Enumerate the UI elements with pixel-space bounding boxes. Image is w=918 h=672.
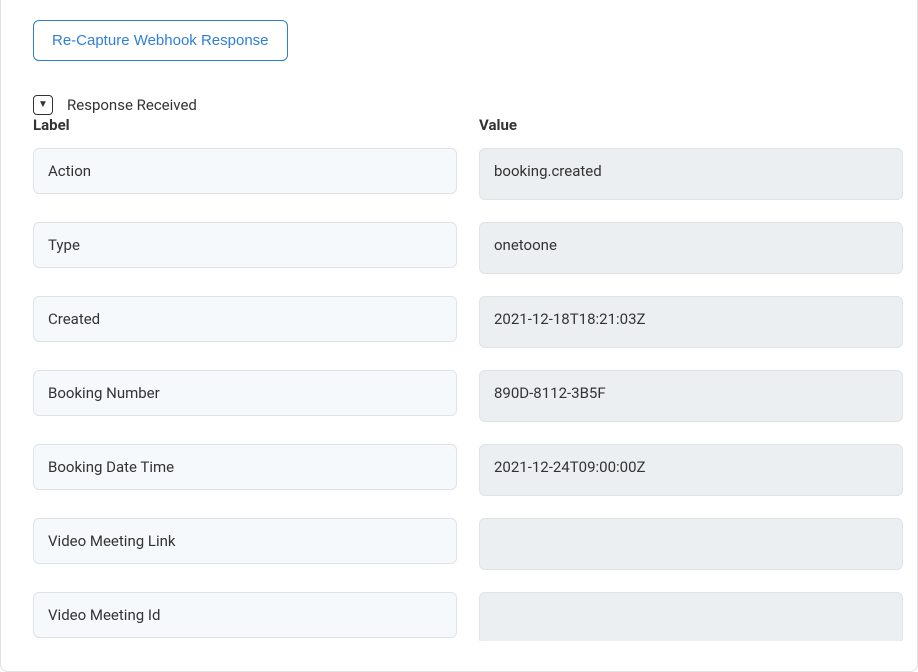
table-row xyxy=(33,592,903,641)
table-row xyxy=(33,444,903,496)
value-field[interactable] xyxy=(479,296,903,348)
header-value: Value xyxy=(479,116,903,134)
value-field[interactable] xyxy=(479,370,903,422)
table-row xyxy=(33,148,903,200)
response-received-toggle[interactable]: ▼ Response Received xyxy=(33,95,885,115)
label-field[interactable] xyxy=(33,592,457,638)
label-field[interactable] xyxy=(33,296,457,342)
label-field[interactable] xyxy=(33,148,457,194)
page-container: Re-Capture Webhook Response ▼ Response R… xyxy=(0,0,918,672)
label-field[interactable] xyxy=(33,518,457,564)
value-field[interactable] xyxy=(479,148,903,200)
table-row xyxy=(33,222,903,274)
header-label: Label xyxy=(33,116,457,134)
value-field[interactable] xyxy=(479,518,903,570)
value-field[interactable] xyxy=(479,444,903,496)
table-row xyxy=(33,370,903,422)
value-field[interactable] xyxy=(479,222,903,274)
column-headers: Label Value xyxy=(33,116,903,134)
table-row xyxy=(33,296,903,348)
top-controls: Re-Capture Webhook Response ▼ Response R… xyxy=(1,0,917,115)
recapture-button[interactable]: Re-Capture Webhook Response xyxy=(33,20,288,61)
response-received-label: Response Received xyxy=(67,96,197,114)
value-field[interactable] xyxy=(479,592,903,641)
response-scroll-area[interactable]: Label Value xyxy=(1,116,917,641)
label-field[interactable] xyxy=(33,222,457,268)
table-row xyxy=(33,518,903,570)
chevron-down-icon: ▼ xyxy=(33,95,53,115)
label-field[interactable] xyxy=(33,444,457,490)
label-field[interactable] xyxy=(33,370,457,416)
